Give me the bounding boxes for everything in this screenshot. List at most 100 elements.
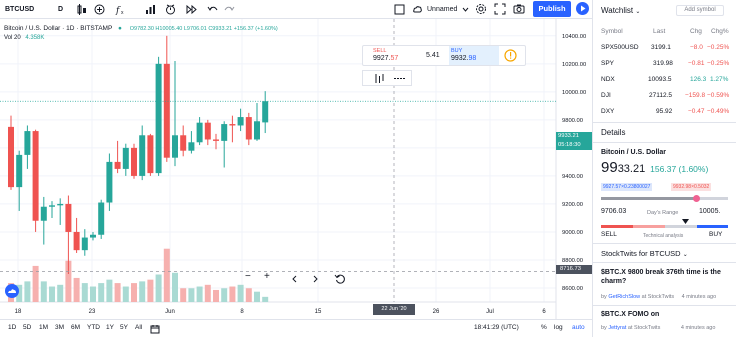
candle-body[interactable] [40,206,47,221]
candle-body[interactable] [213,139,219,141]
range-1d[interactable]: 1D [8,324,16,331]
candle-body[interactable] [204,122,211,140]
candle-body[interactable] [16,154,23,188]
candle-body[interactable] [114,161,121,169]
undo-icon[interactable] [207,4,218,15]
buy-price[interactable]: 9932.98 [451,55,476,62]
candle-body[interactable] [155,63,162,174]
candle-body[interactable] [196,122,203,143]
candle-body[interactable] [180,135,187,151]
watchlist-row[interactable]: DXY 95.92 −0.47 −0.49% [593,104,736,120]
ladder-icon[interactable] [394,73,406,84]
watchlist-row[interactable]: DJI 27112.5 −159.8 −0.59% [593,88,736,104]
candle-body[interactable] [229,124,236,126]
candle-body[interactable] [32,131,39,221]
stocktwits-post-text[interactable]: $BTC.X 9800 break 376th time is the char… [601,268,731,286]
candle-body[interactable] [254,121,260,140]
chart-area[interactable]: 10400.0010200.0010000.009800.009600.0094… [0,19,592,319]
range-3m[interactable]: 3M [55,324,64,331]
watchlist-title[interactable]: Watchlist ⌄ [601,6,640,15]
depth-icon[interactable] [374,73,385,84]
candle-body[interactable] [139,135,146,176]
top-toolbar: BTCUSD D fx Unnamed Publish [0,0,592,19]
indicators-icon[interactable]: fx [115,4,126,15]
candle-body[interactable] [98,202,105,235]
col-chg[interactable]: Chg [690,28,702,35]
play-button[interactable] [576,2,589,15]
range-all[interactable]: All [135,324,142,331]
stocktwits-post-text[interactable]: $BTC.X FOMO on [601,311,659,318]
details-name[interactable]: Bitcoin / U.S. Dollar [601,149,666,156]
candle-body[interactable] [8,126,14,188]
legend-title[interactable]: Bitcoin / U.S. Dollar [4,25,60,32]
range-1y[interactable]: 1Y [106,324,114,331]
range-1m[interactable]: 1M [39,324,48,331]
tradingview-logo-icon[interactable] [5,284,19,298]
post-source: at StockTwits [627,325,661,331]
watchlist-row[interactable]: SPX500USD 3199.1 −8.0 −0.25% [593,40,736,56]
candle-body[interactable] [131,147,137,176]
chevron-down-icon: ⌄ [682,252,688,258]
fullscreen-icon[interactable] [494,3,506,15]
watchlist-row[interactable]: NDX 10093.5 126.3 1.27% [593,72,736,88]
candle-body[interactable] [262,101,269,123]
candle-body[interactable] [73,231,80,251]
chevron-down-icon[interactable] [462,6,469,13]
chart-type-candles-icon[interactable] [76,4,87,15]
post-time: 4 minutes ago [680,325,716,331]
range-6m[interactable]: 6M [71,324,80,331]
candle-body[interactable] [106,161,113,203]
range-ytd[interactable]: YTD [87,324,100,331]
layout-square-icon[interactable] [394,4,405,15]
utc-clock[interactable]: 18:41:29 (UTC) [474,324,519,331]
candle-body[interactable] [147,135,154,174]
scroll-left-icon[interactable] [290,274,300,284]
candle-body[interactable] [24,131,31,155]
range-5y[interactable]: 5Y [120,324,128,331]
log-scale-toggle[interactable]: log [554,324,563,331]
replay-icon[interactable] [186,4,197,15]
zoom-out-button[interactable]: − [245,271,251,282]
symbol-search[interactable]: BTCUSD [5,3,34,16]
candle-body[interactable] [221,124,228,141]
col-symbol[interactable]: Symbol [601,28,623,35]
compare-add-icon[interactable] [94,4,105,15]
tech-analysis-link[interactable]: Technical analysis [643,233,683,239]
goto-date-icon[interactable] [150,324,160,334]
candle-body[interactable] [81,237,88,251]
redo-icon[interactable] [224,4,235,15]
candle-body[interactable] [245,117,252,140]
reset-chart-icon[interactable] [334,273,346,285]
alert-icon[interactable] [165,4,176,15]
zoom-in-button[interactable]: + [264,271,270,282]
gear-icon[interactable] [475,3,487,15]
col-last[interactable]: Last [653,28,665,35]
sell-price[interactable]: 9927.57 [373,55,398,62]
info-icon[interactable] [504,49,517,62]
candle-body[interactable] [188,142,195,151]
percent-scale-toggle[interactable]: % [541,324,547,331]
add-symbol-input[interactable]: Add symbol [676,5,724,16]
templates-icon[interactable] [145,4,156,15]
candle-body[interactable] [57,203,64,206]
post-author[interactable]: GetRichSlow [608,294,640,300]
candle-body[interactable] [90,234,96,238]
post-author[interactable]: Jettyrat [608,325,626,331]
candle-body[interactable] [237,117,244,126]
col-chgp[interactable]: Chg% [711,28,729,35]
camera-icon[interactable] [513,3,525,15]
candle-body[interactable] [49,205,55,207]
publish-button[interactable]: Publish [533,1,571,17]
interval-selector[interactable]: D [58,3,63,16]
layout-name[interactable]: Unnamed [427,3,457,16]
scroll-right-icon[interactable] [310,274,320,284]
stocktwits-title[interactable]: StockTwits for BTCUSD ⌄ [601,249,688,258]
candle-body[interactable] [163,63,170,158]
candle-body[interactable] [172,135,178,158]
candle-body[interactable] [65,203,72,232]
volume-legend-label[interactable]: Vol 20 [4,35,21,41]
range-5d[interactable]: 5D [23,324,31,331]
watchlist-row[interactable]: SPY 319.98 −0.81 −0.25% [593,56,736,72]
auto-scale-toggle[interactable]: auto [572,324,585,331]
candle-body[interactable] [122,147,129,169]
